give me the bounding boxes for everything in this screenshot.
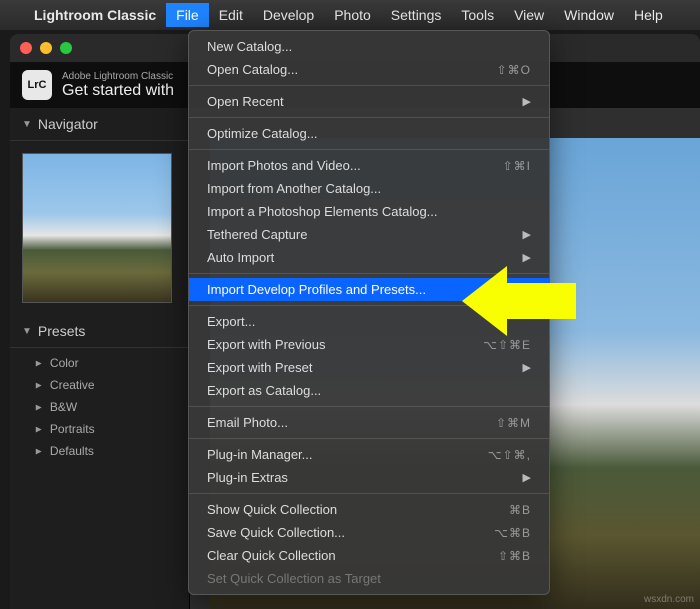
menu-separator [189,493,549,494]
preset-label: B&W [50,400,77,414]
chevron-right-icon: ▼ [33,424,44,434]
menu-import-photos[interactable]: Import Photos and Video...⇧⌘I [189,154,549,177]
menubar-develop[interactable]: Develop [253,3,324,27]
menubar-tools[interactable]: Tools [451,3,504,27]
navigator-thumbnail[interactable] [22,153,172,303]
menu-export-preset[interactable]: Export with Preset▶ [189,356,549,379]
menu-plugin-manager[interactable]: Plug-in Manager...⌥⇧⌘, [189,443,549,466]
menubar-photo[interactable]: Photo [324,3,381,27]
menu-separator [189,438,549,439]
preset-label: Defaults [50,444,94,458]
menu-separator [189,117,549,118]
menu-open-catalog[interactable]: Open Catalog...⇧⌘O [189,58,549,81]
preset-label: Creative [50,378,95,392]
menu-set-quick-target: Set Quick Collection as Target [189,567,549,590]
menu-separator [189,85,549,86]
menu-new-catalog[interactable]: New Catalog... [189,35,549,58]
menu-open-recent[interactable]: Open Recent▶ [189,90,549,113]
menubar-settings[interactable]: Settings [381,3,452,27]
shortcut-label: ⌥⇧⌘E [483,338,531,352]
annotation-arrow-icon [462,266,582,336]
menu-save-quick-collection[interactable]: Save Quick Collection...⌥⌘B [189,521,549,544]
banner-title: Get started with [62,82,174,100]
menubar-view[interactable]: View [504,3,554,27]
window-controls [20,42,72,54]
menubar-edit[interactable]: Edit [209,3,253,27]
presets-panel-header[interactable]: ▼ Presets [10,315,189,348]
chevron-right-icon: ▶ [523,95,531,108]
menu-separator [189,149,549,150]
chevron-right-icon: ▶ [523,251,531,264]
chevron-right-icon: ▼ [33,380,44,390]
zoom-icon[interactable] [60,42,72,54]
menubar-window[interactable]: Window [554,3,624,27]
chevron-right-icon: ▼ [33,402,44,412]
preset-label: Portraits [50,422,95,436]
menu-email-photo[interactable]: Email Photo...⇧⌘M [189,411,549,434]
menubar-help[interactable]: Help [624,3,673,27]
menu-optimize-catalog[interactable]: Optimize Catalog... [189,122,549,145]
shortcut-label: ⇧⌘M [496,416,531,430]
menu-plugin-extras[interactable]: Plug-in Extras▶ [189,466,549,489]
shortcut-label: ⌥⇧⌘, [488,448,531,462]
preset-group[interactable]: ▼ B&W [10,396,189,418]
close-icon[interactable] [20,42,32,54]
chevron-right-icon: ▼ [33,358,44,368]
shortcut-label: ⇧⌘B [498,549,531,563]
disclosure-triangle-icon: ▼ [22,119,32,130]
chevron-right-icon: ▶ [523,471,531,484]
navigator-label: Navigator [38,116,98,132]
menubar-file[interactable]: File [166,3,209,27]
disclosure-triangle-icon: ▼ [22,326,32,337]
menu-tethered-capture[interactable]: Tethered Capture▶ [189,223,549,246]
menu-separator [189,406,549,407]
app-menu[interactable]: Lightroom Classic [24,7,166,23]
menu-export-previous[interactable]: Export with Previous⌥⇧⌘E [189,333,549,356]
presets-label: Presets [38,323,85,339]
preset-group[interactable]: ▼ Defaults [10,440,189,462]
preset-group[interactable]: ▼ Color [10,352,189,374]
menu-export-catalog[interactable]: Export as Catalog... [189,379,549,402]
minimize-icon[interactable] [40,42,52,54]
chevron-right-icon: ▼ [33,446,44,456]
watermark-text: wsxdn.com [644,594,694,605]
shortcut-label: ⌥⌘B [494,526,531,540]
navigator-panel-header[interactable]: ▼ Navigator [10,108,189,141]
menu-show-quick-collection[interactable]: Show Quick Collection⌘B [189,498,549,521]
preset-group[interactable]: ▼ Portraits [10,418,189,440]
left-panel: ▼ Navigator ▼ Presets ▼ Color ▼ Creative ▼… [10,108,190,609]
presets-list: ▼ Color ▼ Creative ▼ B&W ▼ Portraits ▼ Defaul… [10,348,189,466]
shortcut-label: ⇧⌘O [497,63,531,77]
preset-label: Color [50,356,79,370]
shortcut-label: ⇧⌘I [503,159,531,173]
app-badge-icon: LrC [22,70,52,100]
banner-subtitle: Adobe Lightroom Classic [62,71,174,82]
shortcut-label: ⌘B [509,503,531,517]
menu-import-pse-catalog[interactable]: Import a Photoshop Elements Catalog... [189,200,549,223]
menu-clear-quick-collection[interactable]: Clear Quick Collection⇧⌘B [189,544,549,567]
chevron-right-icon: ▶ [523,361,531,374]
chevron-right-icon: ▶ [523,228,531,241]
menu-import-another-catalog[interactable]: Import from Another Catalog... [189,177,549,200]
preset-group[interactable]: ▼ Creative [10,374,189,396]
system-menubar: Lightroom Classic File Edit Develop Phot… [0,0,700,30]
